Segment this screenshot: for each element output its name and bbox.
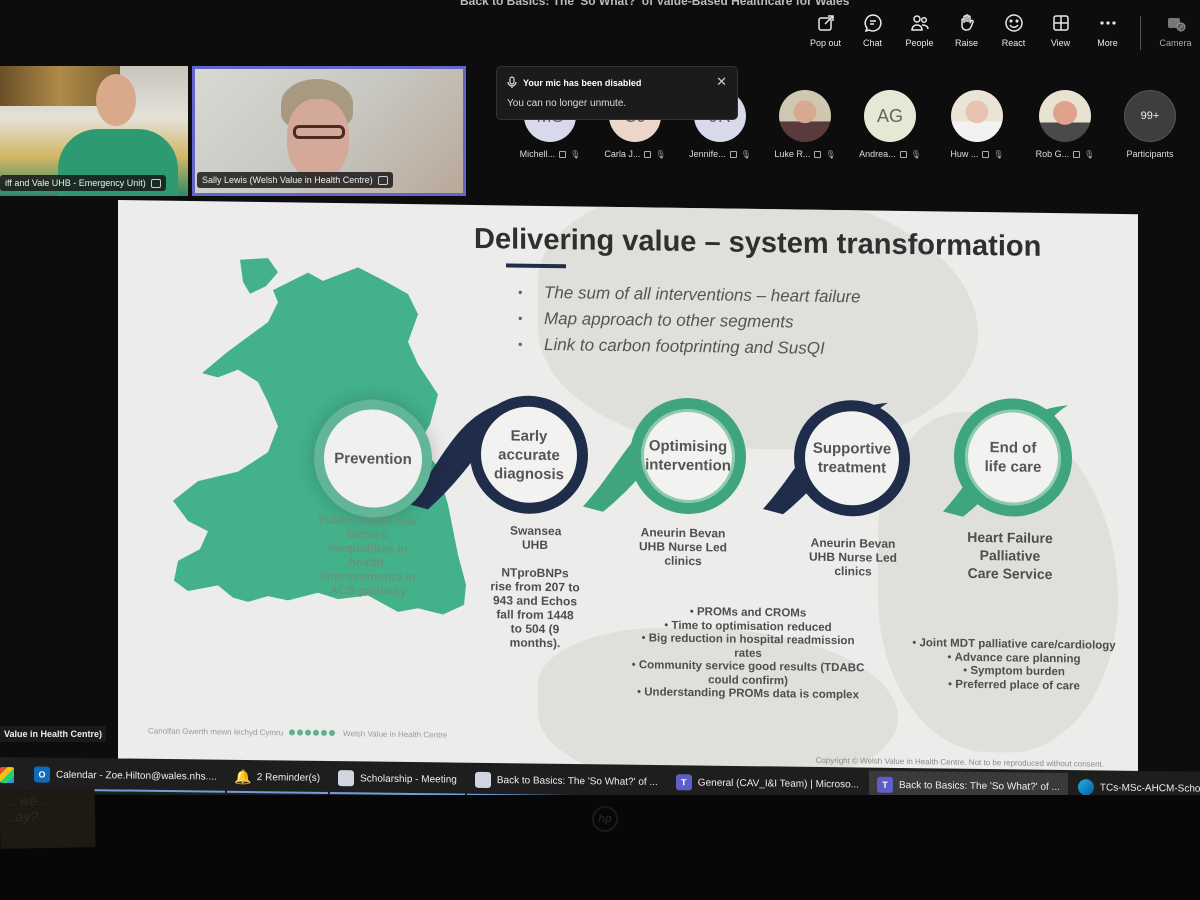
stage-supportive-treatment: Supportive treatment: [794, 399, 910, 518]
pop-out-button[interactable]: Pop out: [803, 12, 848, 48]
camera-off-icon: [1165, 12, 1187, 34]
screen-icon: [1073, 150, 1081, 158]
diagnosis-details: Swansea UHB NTproBNPs rise from 207 to 9…: [490, 523, 580, 651]
participant[interactable]: Luke R... 🎙: [770, 90, 840, 159]
mic-disabled-icon: [507, 76, 517, 90]
screen-icon: [982, 150, 990, 158]
react-label: React: [1001, 38, 1026, 48]
notification-body: You can no longer unmute.: [507, 98, 627, 109]
raise-hand-icon: [956, 12, 978, 34]
slide-bullets: The sum of all interventions – heart fai…: [518, 280, 861, 363]
screen-icon: [814, 150, 822, 158]
stage-early-diagnosis: Early accurate diagnosis: [470, 394, 588, 515]
chat-icon: [862, 12, 884, 34]
participants-overflow-button[interactable]: 99+ Participants: [1115, 90, 1185, 159]
more-label: More: [1097, 38, 1118, 48]
taskbar-item-reminders[interactable]: 🔔 2 Reminder(s): [226, 762, 329, 795]
meeting-title: Back to Basics: The 'So What?' of Value-…: [460, 0, 850, 8]
edge-icon: [1077, 779, 1094, 796]
eol-bullets: Joint MDT palliative care/cardiology Adv…: [874, 637, 1138, 695]
view-button[interactable]: View: [1038, 12, 1083, 48]
taskbar-item-back-to-basics[interactable]: Back to Basics: The 'So What?' of ...: [466, 765, 666, 799]
meeting-toolbar: Pop out Chat People Raise React View Mor…: [803, 12, 1200, 56]
avatar-photo: [951, 90, 1003, 142]
more-button[interactable]: More: [1085, 12, 1130, 48]
pop-out-label: Pop out: [809, 38, 842, 48]
eol-service: Heart Failure Palliative Care Service: [967, 528, 1053, 583]
bullet: Link to carbon footprinting and SusQI: [518, 332, 861, 363]
participant[interactable]: Rob G... 🎙: [1030, 90, 1100, 159]
logo-dots: [289, 728, 337, 738]
mic-off-icon: 🎙: [655, 149, 666, 159]
avatar-photo: [1039, 90, 1091, 142]
video-tile-label: iff and Vale UHB - Emergency Unit): [0, 175, 166, 191]
chat-label: Chat: [862, 38, 882, 48]
bell-icon: 🔔: [234, 768, 252, 785]
mic-off-icon: 🎙: [993, 149, 1004, 159]
screen-icon: [559, 150, 567, 158]
mic-off-icon: 🎙: [1084, 149, 1095, 159]
mic-off-icon: 🎙: [910, 149, 921, 159]
sticky-note: ... we ... ...ay?: [0, 787, 96, 849]
notification-title: Your mic has been disabled: [523, 78, 642, 88]
avatar: AG: [864, 90, 916, 142]
view-grid-icon: [1050, 12, 1072, 34]
pop-out-icon: [815, 12, 837, 34]
prevention-details: Public health risk factors, inequalities…: [318, 512, 418, 599]
supportive-details: Aneurin Bevan UHB Nurse Led clinics: [808, 535, 897, 579]
screen-icon: [644, 150, 652, 158]
shared-slide: Delivering value – system transformation…: [118, 200, 1138, 793]
camera-label: Camera: [1159, 38, 1192, 48]
mic-off-icon: 🎙: [570, 149, 581, 159]
participant[interactable]: Huw ... 🎙: [942, 90, 1012, 159]
stage-end-of-life-care: End of life care: [954, 397, 1072, 518]
hp-logo: hp: [592, 806, 618, 832]
screen-icon: [899, 150, 907, 158]
close-icon[interactable]: ✕: [716, 74, 727, 90]
meeting-icon: [474, 771, 491, 788]
react-button[interactable]: React: [991, 12, 1036, 48]
avatar-photo: [779, 90, 831, 142]
raise-hand-button[interactable]: Raise: [944, 12, 989, 48]
people-icon: [909, 12, 931, 34]
people-button[interactable]: People: [897, 12, 942, 48]
stage-prevention: Prevention: [314, 398, 432, 519]
presenter-label: Value in Health Centre): [0, 726, 107, 742]
more-icon: [1097, 12, 1119, 34]
mic-disabled-notification: Your mic has been disabled You can no lo…: [496, 66, 738, 120]
optimising-bullets: PROMs and CROMs Time to optimisation red…: [628, 605, 868, 703]
optimising-details: Aneurin Bevan UHB Nurse Led clinics: [638, 525, 727, 569]
screen-share-icon: [150, 178, 161, 188]
video-tile-label: Sally Lewis (Welsh Value in Health Centr…: [197, 172, 393, 188]
outlook-icon: O: [34, 766, 50, 783]
video-tile-sally-lewis[interactable]: Sally Lewis (Welsh Value in Health Centr…: [192, 66, 466, 196]
view-label: View: [1050, 38, 1071, 48]
screen-icon: [729, 150, 737, 158]
video-tile-emergency-unit[interactable]: iff and Vale UHB - Emergency Unit): [0, 66, 188, 196]
stage-optimising-intervention: Optimising intervention: [630, 397, 746, 515]
meeting-icon: [338, 770, 355, 787]
react-icon: [1003, 12, 1025, 34]
teams-icon: T: [675, 774, 692, 791]
title-underline: [506, 263, 566, 269]
people-label: People: [905, 38, 934, 48]
mic-off-icon: 🎙: [740, 149, 751, 159]
raise-hand-label: Raise: [954, 38, 978, 48]
screen: Back to Basics: The 'So What?' of Value-…: [0, 0, 1200, 900]
participant-count-badge: 99+: [1124, 90, 1176, 142]
mic-off-icon: 🎙: [825, 149, 836, 159]
taskbar-item-scholarship-meeting[interactable]: Scholarship - Meeting: [330, 764, 465, 796]
camera-button[interactable]: Camera: [1153, 12, 1198, 48]
toolbar-divider: [1140, 16, 1141, 50]
app-icon[interactable]: [0, 767, 14, 784]
screen-share-icon: [377, 175, 388, 185]
participant[interactable]: AG Andrea... 🎙: [855, 90, 925, 159]
teams-icon: T: [876, 776, 893, 793]
chat-button[interactable]: Chat: [850, 12, 895, 48]
